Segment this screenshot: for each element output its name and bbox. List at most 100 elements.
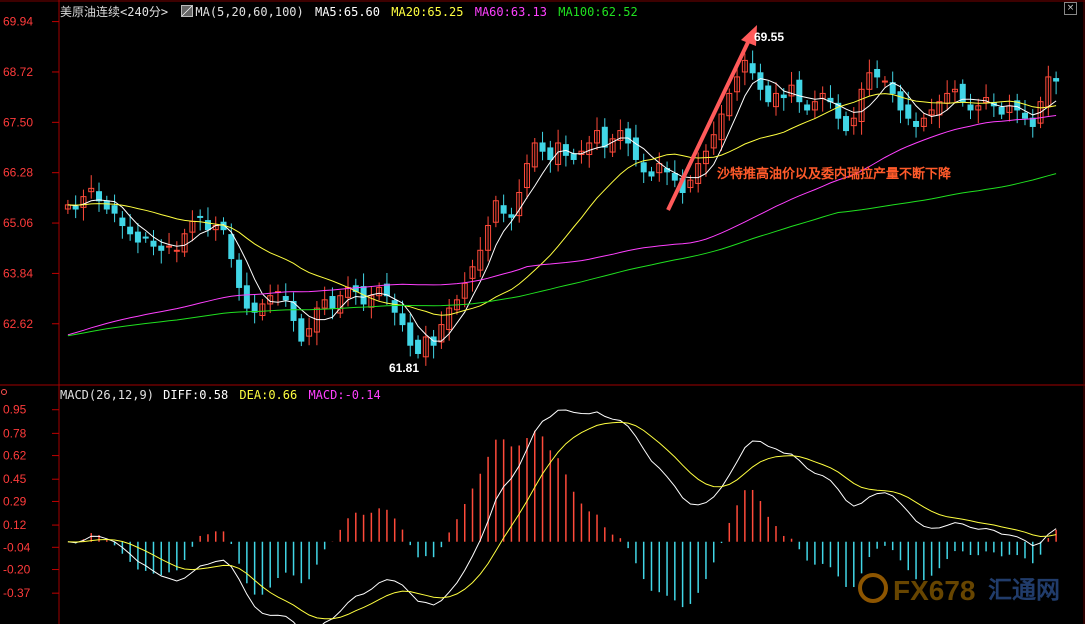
candle	[1029, 117, 1036, 127]
candle	[197, 215, 204, 218]
candle	[407, 322, 414, 346]
y-tick-label: 65.06	[3, 216, 33, 230]
candle	[251, 302, 258, 313]
candle	[1053, 78, 1060, 82]
candle	[632, 137, 639, 160]
macd-y-tick-label: -0.04	[3, 540, 31, 554]
ma20-value: MA20:65.25	[391, 5, 464, 19]
y-tick-label: 67.50	[3, 115, 33, 129]
ma20-line	[67, 93, 1057, 316]
y-tick-label: 68.72	[3, 65, 33, 79]
candle	[967, 104, 974, 111]
ma-indicator-icon[interactable]	[181, 5, 194, 17]
ma60-value: MA60:63.13	[474, 5, 547, 19]
candle	[881, 80, 888, 83]
close-button[interactable]: ×	[1064, 2, 1077, 15]
candle	[671, 173, 678, 181]
candle	[539, 142, 546, 152]
macd-y-tick-label: -0.20	[3, 563, 31, 577]
macd-dea-value: DEA:0.66	[239, 388, 298, 402]
trend-arrow	[666, 37, 752, 211]
candle	[796, 79, 803, 103]
candle	[166, 245, 173, 248]
annotation-layer: 69.55 61.81 沙特推高油价以及委内瑞拉产量不断下降	[389, 25, 952, 375]
macd-hist-value: MACD:-0.14	[308, 388, 381, 402]
main-header: 美原油连续<240分> MA(5,20,60,100) MA5:65.60 MA…	[60, 3, 638, 20]
y-tick-label: 69.94	[3, 15, 33, 29]
candle	[905, 104, 912, 119]
candle	[757, 72, 764, 90]
main-y-ticks: 69.94 68.72 67.50 66.28 65.06 63.84 62.62	[3, 15, 59, 331]
candle	[765, 85, 772, 103]
macd-y-tick-label: 0.12	[3, 518, 27, 532]
candle	[625, 128, 632, 144]
period-label[interactable]: <240分>	[120, 5, 168, 19]
candle	[173, 249, 180, 252]
watermark: FX678 汇通网	[858, 573, 1060, 606]
watermark-cn: 汇通网	[988, 577, 1060, 604]
candle	[804, 104, 811, 111]
candle	[648, 171, 655, 177]
macd-y-tick-label: 0.45	[3, 472, 27, 486]
candle	[204, 220, 211, 231]
macd-panel-dot-icon[interactable]	[1, 389, 7, 395]
candle	[236, 259, 243, 288]
macd-y-tick-label: 0.62	[3, 449, 27, 463]
candle	[500, 205, 507, 214]
candle	[601, 126, 608, 148]
macd-y-ticks: 0.95 0.78 0.62 0.45 0.29 0.12 -0.04 -0.20 -0.37	[3, 403, 59, 600]
candle	[998, 106, 1005, 115]
news-note: 沙特推高油价以及委内瑞拉产量不断下降	[717, 166, 952, 181]
macd-params: MACD(26,12,9)	[60, 388, 154, 402]
candle	[150, 240, 157, 247]
macd-diff-value: DIFF:0.58	[163, 388, 229, 402]
candle	[134, 231, 141, 243]
candle	[570, 153, 577, 160]
candle	[391, 300, 398, 313]
candle	[897, 91, 904, 111]
ma5-value: MA5:65.60	[314, 5, 381, 19]
candle	[298, 318, 305, 342]
candle	[913, 121, 920, 127]
candle	[508, 214, 515, 218]
candle	[228, 234, 235, 260]
macd-y-tick-label: -0.37	[3, 586, 31, 600]
ma100-line	[67, 173, 1057, 337]
candle	[142, 236, 149, 239]
instrument-name: 美原油连续	[60, 5, 121, 19]
y-tick-label: 66.28	[3, 166, 33, 180]
candle	[119, 217, 126, 227]
candlestick-chart: 69.94 68.72 67.50 66.28 65.06 63.84 62.62 0.95…	[0, 0, 1085, 624]
macd-header: MACD(26,12,9) DIFF:0.58 DEA:0.66 MACD:-0…	[60, 388, 381, 402]
candle	[415, 339, 422, 354]
candle	[158, 245, 165, 251]
candle	[111, 205, 118, 214]
candle	[96, 191, 103, 202]
candle	[749, 63, 756, 74]
macd-y-tick-label: 0.78	[3, 426, 27, 440]
candle	[282, 296, 289, 301]
macd-y-tick-label: 0.95	[3, 403, 27, 417]
candle	[72, 206, 79, 210]
high-label: 69.55	[754, 30, 784, 44]
y-tick-label: 63.84	[3, 266, 33, 280]
ma100-value: MA100:62.52	[558, 5, 638, 19]
candle	[329, 296, 336, 309]
candle	[383, 283, 390, 297]
candle	[874, 68, 881, 78]
candle	[1021, 112, 1028, 119]
low-label: 61.81	[389, 361, 419, 375]
candle	[127, 226, 134, 235]
candle	[640, 162, 647, 173]
watermark-logo-icon	[858, 573, 888, 603]
candle	[547, 147, 554, 160]
watermark-brand: FX678	[893, 575, 976, 606]
macd-y-tick-label: 0.29	[3, 494, 27, 508]
candle	[843, 116, 850, 132]
y-tick-label: 62.62	[3, 317, 33, 331]
candle	[399, 313, 406, 326]
candle	[103, 200, 110, 210]
candle	[780, 94, 787, 99]
candle	[243, 285, 250, 309]
ma-params: MA(5,20,60,100)	[195, 5, 304, 19]
